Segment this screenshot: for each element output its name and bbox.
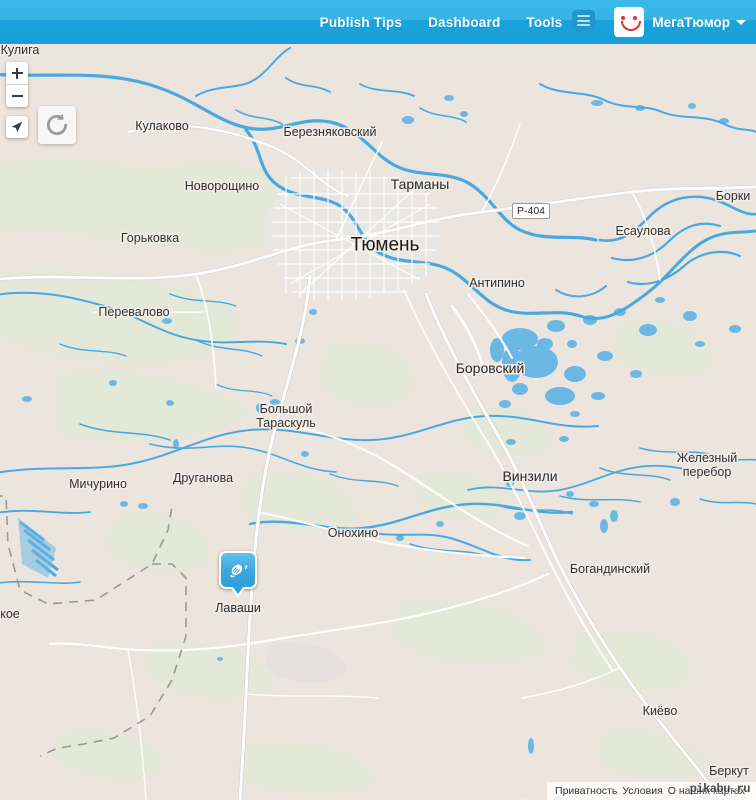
navigation-arrow-icon — [11, 121, 23, 133]
attribution-bar: Приватность Условия О наших картах — [547, 782, 756, 800]
attribution-link-about-maps[interactable]: О наших картах — [668, 785, 745, 797]
map-canvas[interactable]: Кулига Кулаково Березняковский Тарманы Борки… — [0, 44, 756, 800]
attribution-link-privacy[interactable]: Приватность — [555, 785, 617, 797]
map-tiles — [0, 44, 756, 800]
smiley-avatar-icon[interactable] — [614, 7, 645, 37]
locate-me-button[interactable] — [6, 116, 28, 138]
message-bubble-icon[interactable] — [572, 10, 600, 34]
message-line-2 — [577, 19, 591, 22]
map-application: Publish Tips Dashboard Tools МегаТюмор К… — [0, 0, 756, 800]
zoom-out-button[interactable] — [6, 85, 28, 107]
message-line-1 — [577, 15, 591, 17]
road-shield: Р-404 — [511, 203, 551, 219]
minus-horizontal — [11, 94, 23, 98]
plus-vertical — [15, 67, 19, 79]
croissant-icon — [230, 564, 248, 578]
zoom-control[interactable] — [6, 62, 28, 107]
chevron-down-icon[interactable] — [736, 19, 746, 25]
avatar-eye-left — [621, 16, 626, 20]
message-bubble-tail — [593, 21, 600, 26]
refresh-icon — [46, 113, 68, 135]
poi-pin-tail — [232, 586, 244, 594]
user-name-label: МегаТюмор — [652, 14, 730, 30]
top-navigation-bar: Publish Tips Dashboard Tools МегаТюмор — [0, 0, 756, 44]
poi-marker-lavashi[interactable] — [219, 551, 257, 598]
zoom-in-button[interactable] — [6, 62, 28, 85]
nav-tools[interactable]: Tools — [526, 15, 562, 30]
user-menu[interactable]: МегаТюмор — [614, 7, 746, 37]
attribution-link-terms[interactable]: Условия — [622, 785, 662, 797]
nav-publish-tips[interactable]: Publish Tips — [320, 15, 402, 30]
message-line-3 — [577, 24, 591, 26]
nav-dashboard[interactable]: Dashboard — [428, 15, 500, 30]
refresh-button[interactable] — [38, 106, 76, 144]
poi-label: Лаваши — [215, 601, 261, 615]
poi-pin[interactable] — [219, 551, 257, 598]
avatar-eye-right — [633, 16, 638, 20]
avatar-mouth — [621, 21, 642, 31]
